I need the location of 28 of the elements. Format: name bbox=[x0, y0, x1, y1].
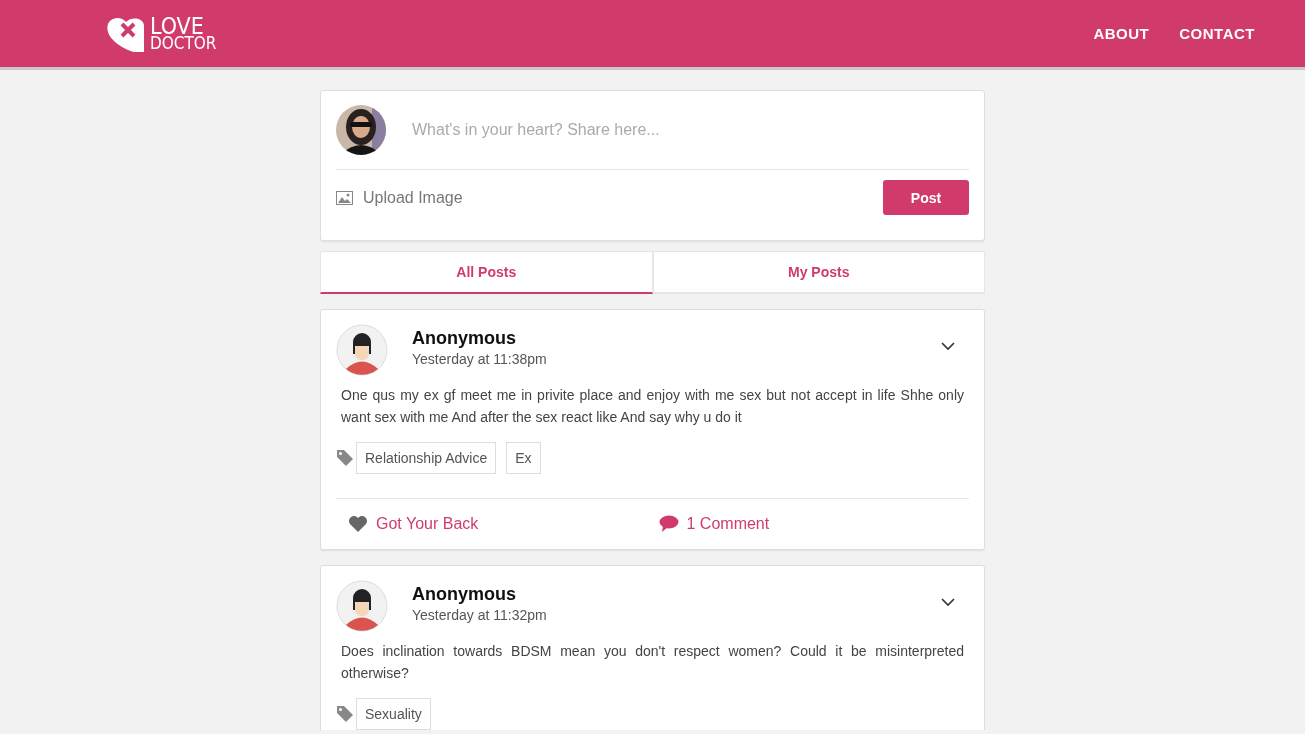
avatar-icon bbox=[336, 324, 388, 376]
author-name: Anonymous bbox=[412, 584, 517, 605]
post-text: One qus my ex gf meet me in privite place and enjoy with me sex but not accept in life Shhe only want sex with me And after the sex react like And say why u do it bbox=[341, 386, 964, 427]
tag[interactable]: Relationship Advice bbox=[356, 442, 497, 474]
post-text: Does inclination towards BDSM mean you don't respect women? Could it be misinterpreted otherwise? bbox=[341, 642, 964, 683]
got-your-back-link[interactable]: Got Your Back bbox=[348, 515, 659, 533]
post-time: Yesterday at 11:38pm bbox=[412, 351, 548, 367]
tag[interactable]: Sexuality bbox=[356, 698, 431, 730]
tag-icon bbox=[336, 449, 354, 467]
post-time: Yesterday at 11:32pm bbox=[412, 607, 548, 623]
logo-text: LOVE bbox=[150, 15, 204, 37]
avatar-icon bbox=[336, 580, 388, 632]
image-icon bbox=[336, 190, 353, 205]
author-name: Anonymous bbox=[412, 328, 517, 349]
chevron-down-icon[interactable] bbox=[941, 342, 955, 351]
logo-text: DOCTOR bbox=[150, 36, 217, 52]
chevron-down-icon[interactable] bbox=[941, 598, 955, 607]
nav-link[interactable]: ABOUT bbox=[1093, 25, 1150, 42]
comments-link[interactable]: 1 Comment bbox=[658, 515, 969, 533]
feed-tab[interactable]: All Posts bbox=[320, 251, 653, 294]
speech-bubble-icon bbox=[658, 515, 679, 533]
upload-image-link[interactable]: Upload Image bbox=[336, 188, 463, 207]
post-button[interactable]: Post bbox=[883, 180, 969, 215]
tag-icon bbox=[336, 705, 354, 723]
nav-link[interactable]: CONTACT bbox=[1179, 25, 1255, 42]
heart-icon bbox=[348, 515, 368, 533]
feed-tab[interactable]: My Posts bbox=[652, 251, 985, 294]
tag[interactable]: Ex bbox=[506, 442, 541, 474]
